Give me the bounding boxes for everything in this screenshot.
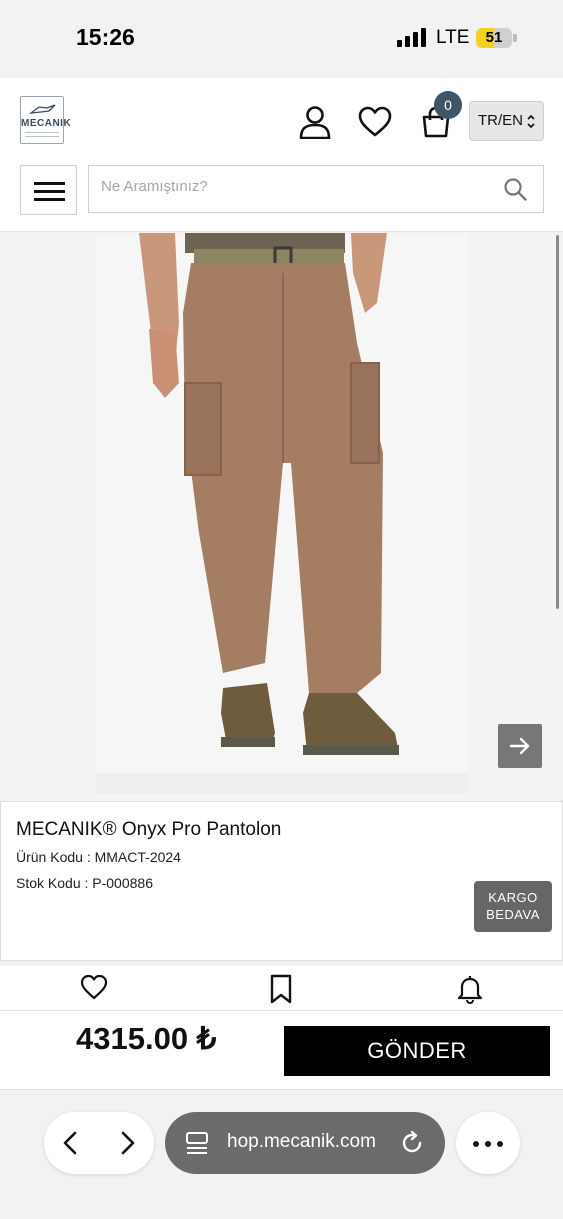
- product-actions: [0, 966, 563, 1014]
- cart-count-badge[interactable]: 0: [434, 91, 462, 119]
- forward-arrow-icon[interactable]: [114, 1130, 140, 1156]
- product-photo[interactable]: [95, 233, 469, 794]
- logo-text: MECANIK: [21, 118, 72, 129]
- search-box: [88, 165, 544, 213]
- battery-percent: 51: [485, 29, 503, 46]
- logo-tagline: [25, 132, 59, 137]
- heart-icon[interactable]: [358, 106, 392, 138]
- browser-toolbar: hop.mecanik.com: [0, 1090, 563, 1219]
- battery-icon: 51: [476, 28, 512, 48]
- reload-icon[interactable]: [399, 1130, 425, 1156]
- heart-icon[interactable]: [80, 974, 108, 1000]
- price-bar: 4315.00 ₺ GÖNDER: [0, 1010, 563, 1090]
- product-title: MECANIK® Onyx Pro Pantolon: [16, 819, 282, 840]
- back-arrow-icon[interactable]: [58, 1130, 84, 1156]
- battery-tip: [513, 34, 517, 42]
- hamburger-line: [34, 182, 65, 185]
- page-scrollbar[interactable]: [556, 235, 559, 609]
- search-input[interactable]: [101, 178, 491, 195]
- hamburger-line: [34, 190, 65, 193]
- arrow-right-icon: [509, 737, 530, 755]
- badge-line-2: BEDAVA: [486, 907, 540, 922]
- chevron-updown-icon: [527, 114, 535, 129]
- language-label: TR/EN: [478, 112, 523, 129]
- search-icon[interactable]: [503, 177, 527, 201]
- product-price: 4315.00 ₺: [76, 1021, 217, 1056]
- product-code: Ürün Kodu : MMACT-2024: [16, 849, 181, 865]
- gallery-next-button[interactable]: [498, 724, 542, 768]
- browser-nav-pill: [44, 1112, 154, 1174]
- signal-icon: [397, 28, 426, 47]
- language-select[interactable]: TR/EN: [469, 101, 544, 141]
- hamburger-line: [34, 198, 65, 201]
- mecanik-logo[interactable]: MECANIK: [20, 96, 72, 144]
- more-dot: [497, 1141, 503, 1147]
- stock-code: Stok Kodu : P-000886: [16, 875, 153, 891]
- status-time: 15:26: [76, 24, 135, 50]
- product-info-card: MECANIK® Onyx Pro Pantolon Ürün Kodu : M…: [0, 801, 563, 961]
- logo-bird-icon: [29, 104, 56, 114]
- more-dot: [473, 1141, 479, 1147]
- bookmark-icon[interactable]: [270, 974, 292, 1004]
- status-bar: 15:26 LTE 51: [0, 0, 563, 78]
- bell-icon[interactable]: [457, 974, 483, 1004]
- badge-line-1: KARGO: [488, 890, 538, 905]
- menu-button[interactable]: [20, 165, 77, 215]
- free-shipping-badge: KARGO BEDAVA: [474, 881, 552, 932]
- network-type: LTE: [436, 27, 470, 48]
- tabs-icon[interactable]: [185, 1131, 209, 1155]
- user-icon[interactable]: [298, 105, 332, 139]
- url-text: hop.mecanik.com: [227, 1131, 376, 1152]
- more-dot: [485, 1141, 491, 1147]
- address-bar[interactable]: hop.mecanik.com: [165, 1112, 445, 1174]
- product-gallery: [0, 233, 563, 798]
- send-button[interactable]: GÖNDER: [284, 1026, 550, 1076]
- more-menu-button[interactable]: [456, 1112, 520, 1174]
